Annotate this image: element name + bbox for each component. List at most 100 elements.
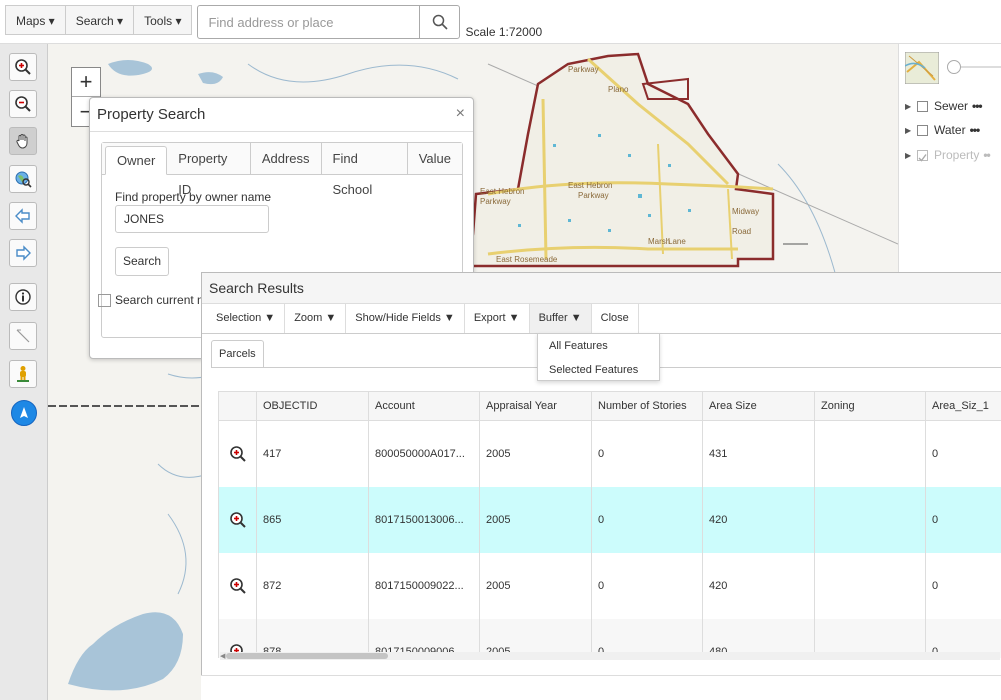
full-extent-tool[interactable] (9, 165, 37, 193)
identify-tool[interactable] (9, 283, 37, 311)
zoom-menu-button[interactable]: Zoom ▼ (285, 304, 347, 333)
layer-item-property[interactable]: ▶ Property •• (905, 148, 991, 162)
zoom-to-icon[interactable] (229, 577, 247, 595)
maps-menu-button[interactable]: Maps ▾ (5, 5, 66, 35)
tab-find-school[interactable]: Find School (322, 143, 408, 197)
zoom-to-icon[interactable] (229, 445, 247, 463)
table-row[interactable]: 417 800050000A017... 2005 0 431 0 (219, 421, 1001, 487)
search-button[interactable]: Search (115, 247, 169, 276)
street-view-tool[interactable] (9, 360, 37, 388)
tools-menu-button[interactable]: Tools ▾ (133, 5, 193, 35)
more-options-icon[interactable]: ••• (972, 99, 983, 113)
search-current-extent-checkbox[interactable]: Search current map extent (98, 293, 208, 307)
column-header[interactable]: OBJECTID (257, 392, 369, 420)
cell-account: 800050000A017... (369, 421, 480, 487)
top-toolbar: Maps ▾ Search ▾ Tools ▾ Scale 1:72000 (0, 0, 1001, 44)
info-icon (15, 289, 31, 305)
cell-area-size: 431 (703, 421, 815, 487)
layer-item-water[interactable]: ▶ Water ••• (905, 123, 981, 137)
next-extent-tool[interactable] (9, 239, 37, 267)
address-search-input[interactable] (198, 6, 420, 38)
horizontal-scrollbar[interactable]: ◀ (220, 652, 1000, 660)
table-header: OBJECTID Account Appraisal Year Number o… (219, 391, 1001, 421)
selection-menu-button[interactable]: Selection ▼ (207, 304, 286, 333)
layer-label: Property (934, 148, 980, 162)
tab-value[interactable]: Value (408, 143, 462, 174)
pan-tool[interactable] (9, 127, 37, 155)
close-icon[interactable]: × (456, 105, 465, 123)
zoom-to-cell[interactable] (219, 421, 257, 487)
cell-objectid: 417 (257, 421, 369, 487)
search-menu-button[interactable]: Search ▾ (64, 5, 135, 35)
layer-checkbox[interactable] (917, 100, 928, 112)
cell-area-siz-1: 0 (926, 553, 1001, 619)
arrow-right-icon (16, 245, 31, 261)
search-icon (432, 14, 448, 30)
results-table: OBJECTID Account Appraisal Year Number o… (218, 391, 1001, 658)
results-toolbar: Selection ▼ Zoom ▼ Show/Hide Fields ▼ Ex… (202, 304, 1001, 334)
zoom-out-icon (15, 96, 31, 112)
opacity-slider[interactable] (947, 60, 1001, 74)
more-options-icon[interactable]: ••• (970, 123, 981, 137)
layer-checkbox[interactable] (917, 124, 928, 136)
previous-extent-tool[interactable] (9, 202, 37, 230)
scrollbar-thumb[interactable] (226, 653, 388, 659)
zoom-in-tool[interactable] (9, 53, 37, 81)
basemap-thumbnail-icon[interactable] (905, 52, 939, 84)
tab-address[interactable]: Address (251, 143, 322, 174)
street-label: East Hebron (480, 187, 524, 196)
zoom-out-tool[interactable] (9, 90, 37, 118)
street-label: Plano (608, 85, 629, 94)
checkbox-label: Search current map extent (115, 293, 208, 307)
address-search-button[interactable] (419, 6, 459, 38)
column-header[interactable]: Zoning (815, 392, 926, 420)
show-hide-fields-button[interactable]: Show/Hide Fields ▼ (346, 304, 465, 333)
scroll-left-icon[interactable]: ◀ (220, 652, 225, 660)
cell-area-size: 420 (703, 487, 815, 553)
zoom-to-cell[interactable] (219, 487, 257, 553)
export-menu-button[interactable]: Export ▼ (465, 304, 530, 333)
menu-item-all-features[interactable]: All Features (538, 334, 659, 358)
top-menu: Maps ▾ Search ▾ Tools ▾ (5, 5, 193, 35)
column-header[interactable]: Number of Stories (592, 392, 703, 420)
locate-icon (20, 407, 28, 418)
tab-property-id[interactable]: Property ID (167, 143, 251, 197)
table-row[interactable]: 872 8017150009022... 2005 0 420 0 (219, 553, 1001, 619)
table-row[interactable]: 865 8017150013006... 2005 0 420 0 (219, 487, 1001, 553)
tab-parcels[interactable]: Parcels (211, 340, 264, 368)
cell-zoning (815, 487, 926, 553)
layer-checkbox[interactable] (917, 149, 928, 162)
layer-item-sewer[interactable]: ▶ Sewer ••• (905, 99, 983, 113)
expand-icon[interactable]: ▶ (905, 126, 917, 135)
expand-icon[interactable]: ▶ (905, 102, 917, 111)
street-label: Parkway (480, 197, 511, 206)
buffer-menu-button[interactable]: Buffer ▼ (529, 304, 592, 333)
measure-tool[interactable] (9, 322, 37, 350)
zoom-to-icon[interactable] (229, 511, 247, 529)
cell-account: 8017150013006... (369, 487, 480, 553)
column-header[interactable]: Area Size (703, 392, 815, 420)
street-label: Parkway (578, 191, 609, 200)
tab-owner[interactable]: Owner (105, 146, 168, 175)
column-header[interactable]: Area_Siz_1 (926, 392, 1001, 420)
expand-icon[interactable]: ▶ (905, 151, 917, 160)
map-zoom-in-button[interactable]: + (72, 68, 100, 97)
street-label: East Hebron (568, 181, 612, 190)
column-header[interactable]: Account (369, 392, 480, 420)
zoom-to-cell[interactable] (219, 553, 257, 619)
cell-objectid: 872 (257, 553, 369, 619)
more-options-icon[interactable]: •• (983, 148, 990, 162)
menu-item-selected-features[interactable]: Selected Features (538, 358, 659, 382)
map-scale-text: Scale 1:72000 (465, 25, 543, 39)
cell-stories: 0 (592, 421, 703, 487)
cell-zoning (815, 553, 926, 619)
layer-label: Sewer (934, 99, 969, 113)
cell-stories: 0 (592, 487, 703, 553)
column-header[interactable]: Appraisal Year (480, 392, 592, 420)
owner-name-input[interactable]: JONES (115, 205, 269, 233)
checkbox[interactable] (98, 293, 111, 307)
locate-me-tool[interactable] (11, 400, 37, 426)
opacity-slider-handle[interactable] (947, 60, 961, 74)
close-results-button[interactable]: Close (592, 304, 639, 333)
dialog-title: Property Search (90, 98, 473, 132)
